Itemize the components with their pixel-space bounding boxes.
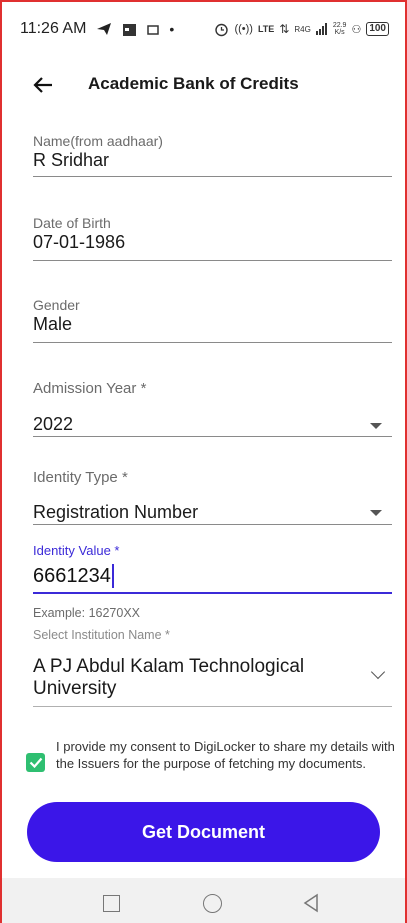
- page-title: Academic Bank of Credits: [88, 74, 299, 93]
- name-field: Name(from aadhaar) R Sridhar: [33, 133, 392, 177]
- chevron-down-icon[interactable]: [370, 664, 386, 680]
- admission-year-select[interactable]: Admission Year * 2022: [33, 380, 392, 440]
- dob-field: Date of Birth 07-01-1986: [33, 215, 392, 261]
- recents-icon[interactable]: [103, 895, 120, 912]
- checkmark-icon: [29, 757, 42, 768]
- data-arrows-icon: ⇅: [279, 22, 290, 36]
- status-time: 11:26 AM: [20, 20, 87, 37]
- identity-type-underline: [33, 524, 392, 525]
- identity-value-text: 6661234: [33, 564, 111, 587]
- app-bar: Academic Bank of Credits: [0, 58, 407, 112]
- dropdown-arrow-icon: [370, 510, 382, 516]
- gender-value: Male: [33, 314, 73, 334]
- volte-label: LTE: [257, 24, 275, 34]
- admission-year-label: Admission Year *: [33, 380, 147, 397]
- calendar-icon: [123, 23, 137, 36]
- admission-year-value: 2022: [33, 414, 74, 434]
- network-speed: 22.9 K/s: [332, 22, 347, 36]
- hotspot-icon: ((•)): [234, 23, 253, 35]
- identity-value-hint: Example: 16270XX: [33, 606, 141, 620]
- text-cursor: [111, 564, 114, 588]
- dob-value: 07-01-1986: [33, 232, 126, 252]
- signal-icon: [315, 23, 327, 35]
- identity-type-select[interactable]: Identity Type * Registration Number: [33, 469, 392, 529]
- consent-row: I provide my consent to DigiLocker to sh…: [26, 738, 396, 772]
- gender-underline: [33, 342, 392, 343]
- identity-value-label: Identity Value *: [33, 543, 120, 558]
- home-icon[interactable]: [203, 894, 222, 913]
- battery-indicator: 100: [366, 22, 389, 36]
- consent-text: I provide my consent to DigiLocker to sh…: [56, 739, 395, 771]
- name-underline: [33, 176, 392, 177]
- navigation-arrow-icon: [97, 23, 112, 35]
- name-value: R Sridhar: [33, 150, 110, 170]
- name-label: Name(from aadhaar): [33, 133, 163, 149]
- institution-select[interactable]: A PJ Abdul Kalam Technological Universit…: [33, 656, 353, 700]
- identity-value-input[interactable]: 6661234: [33, 564, 114, 588]
- institution-underline: [33, 706, 392, 707]
- get-document-button[interactable]: Get Document: [27, 802, 380, 862]
- back-triangle-icon[interactable]: [300, 892, 322, 914]
- gender-field: Gender Male: [33, 297, 392, 343]
- notification-icon: [147, 25, 160, 35]
- identity-type-label: Identity Type *: [33, 469, 128, 486]
- status-bar: 11:26 AM • ((•)) LTE ⇅ R4G 22.9 K/s ⚇ 10…: [0, 0, 407, 58]
- dropdown-arrow-icon: [370, 423, 382, 429]
- institution-label: Select Institution Name *: [33, 628, 170, 642]
- dot-icon: •: [169, 21, 175, 37]
- system-nav-bar: [0, 878, 407, 923]
- identity-type-value: Registration Number: [33, 502, 199, 522]
- arrow-left-icon: [33, 77, 52, 93]
- consent-checkbox[interactable]: [26, 753, 45, 772]
- signal-label: R4G: [294, 24, 311, 34]
- alarm-icon: [215, 23, 229, 36]
- identity-value-underline: [33, 592, 392, 594]
- usb-icon: ⚇: [351, 23, 362, 36]
- dob-label: Date of Birth: [33, 215, 111, 231]
- gender-label: Gender: [33, 297, 80, 313]
- admission-year-underline: [33, 436, 392, 437]
- dob-underline: [33, 260, 392, 261]
- back-button[interactable]: [30, 72, 56, 98]
